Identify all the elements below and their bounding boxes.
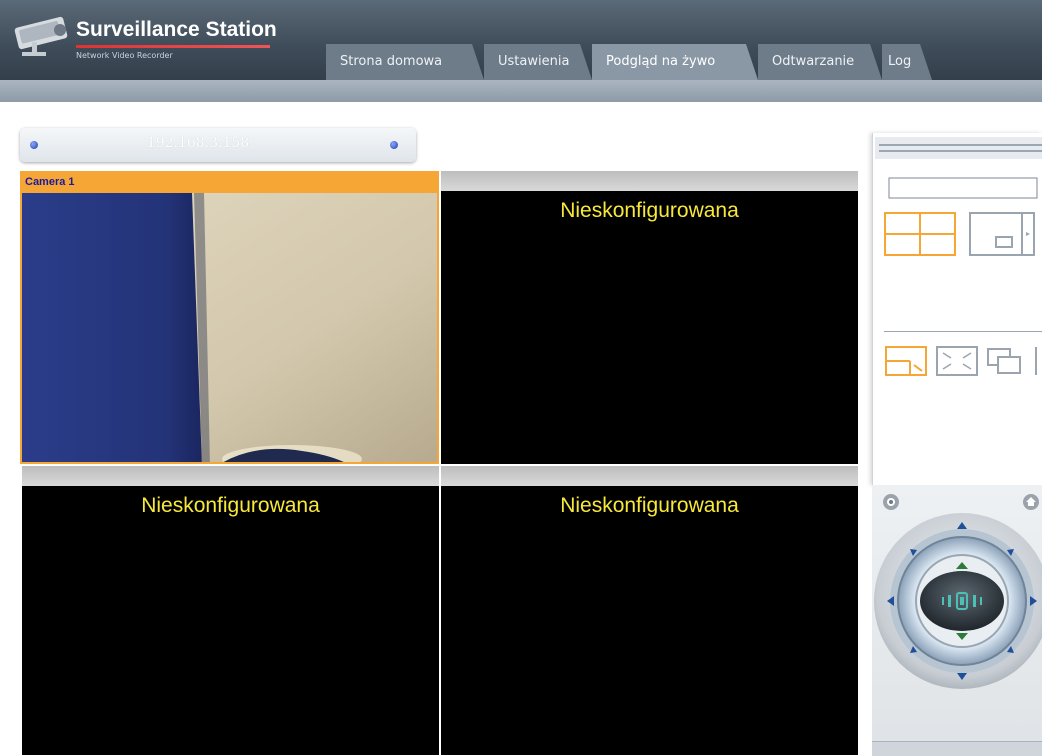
tab-home[interactable]: Strona domowa: [326, 44, 484, 80]
camera-cell-1[interactable]: Camera 1: [20, 171, 439, 464]
tab-log[interactable]: Log: [882, 44, 932, 80]
server-ip: 192.168.3.158: [146, 135, 250, 151]
ptz-panel: [872, 485, 1042, 756]
camera-cell-4-header: [441, 466, 858, 486]
tab-playback[interactable]: Odtwarzanie: [758, 44, 882, 80]
app-header: Surveillance Station Network Video Recor…: [0, 0, 1042, 80]
camera-feed: [22, 193, 437, 462]
layout-panel-graphics: [875, 137, 1042, 199]
tab-log-label: Log: [888, 54, 912, 69]
ptz-wheel[interactable]: [872, 509, 1042, 689]
fullscreen-icon[interactable]: [935, 345, 981, 377]
unconfigured-label: Nieskonfigurowana: [141, 494, 320, 517]
tab-home-label: Strona domowa: [340, 54, 443, 69]
app-subtitle: Network Video Recorder: [76, 51, 173, 60]
camera-dropdown[interactable]: [888, 177, 1038, 199]
camera-logo-icon: [14, 16, 68, 56]
ptz-panel-footer: [872, 741, 1042, 756]
tab-live-view[interactable]: Podgląd na żywo: [592, 44, 758, 80]
title-underline: [76, 45, 270, 48]
pip-icon[interactable]: [986, 345, 1042, 377]
server-selector[interactable]: 192.168.3.158: [20, 128, 416, 162]
tab-settings-label: Ustawienia: [498, 54, 570, 69]
camera-cell-3-header: [22, 466, 439, 486]
camera-cell-3-body: Nieskonfigurowana: [22, 486, 439, 755]
camera-cell-2-header: [441, 171, 858, 191]
status-dot-right-icon: [390, 141, 398, 149]
layout-panel: [872, 133, 1042, 485]
app-title: Surveillance Station: [76, 18, 277, 41]
camera-cell-3[interactable]: Nieskonfigurowana: [22, 466, 439, 755]
camera-label: Camera 1: [25, 176, 75, 188]
unconfigured-label: Nieskonfigurowana: [560, 494, 739, 517]
tab-live-view-label: Podgląd na żywo: [606, 54, 716, 69]
tab-settings[interactable]: Ustawienia: [484, 44, 592, 80]
camera-cell-1-header: Camera 1: [22, 173, 437, 193]
camera-feed-image: [22, 193, 437, 462]
camera-cell-4[interactable]: Nieskonfigurowana: [441, 466, 858, 755]
camera-cell-2-body: Nieskonfigurowana: [441, 191, 858, 464]
tab-playback-label: Odtwarzanie: [772, 54, 855, 69]
header-strip: [0, 80, 1042, 102]
camera-cell-2[interactable]: Nieskonfigurowana: [441, 171, 858, 464]
camera-cell-4-body: Nieskonfigurowana: [441, 486, 858, 755]
unconfigured-label: Nieskonfigurowana: [560, 199, 739, 222]
single-layout-icon[interactable]: [968, 211, 1040, 257]
zoom-icon[interactable]: [884, 345, 930, 377]
panel-divider: [884, 331, 1042, 332]
quad-layout-icon[interactable]: [884, 211, 956, 257]
